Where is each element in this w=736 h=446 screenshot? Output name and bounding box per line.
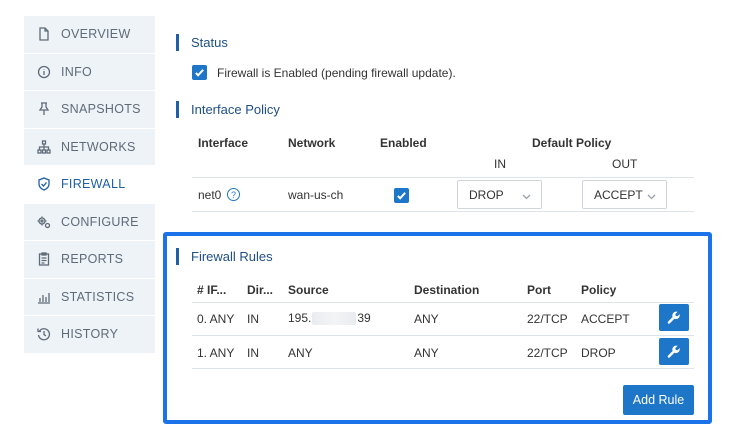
policy-out-select[interactable]: ACCEPT	[582, 180, 667, 209]
policy-in-select[interactable]: DROP	[457, 180, 542, 209]
col-header-if: # IF...	[197, 283, 227, 297]
firewall-enabled-checkbox[interactable]	[192, 65, 207, 80]
network-icon	[36, 139, 52, 155]
rule-port: 22/TCP	[527, 312, 568, 326]
col-header-interface: Interface	[198, 136, 249, 150]
sidebar-item-snapshots[interactable]: SNAPSHOTS	[24, 91, 155, 129]
interface-enabled-checkbox[interactable]	[394, 188, 409, 203]
interface-policy-title: Interface Policy	[191, 102, 280, 117]
rule-port: 22/TCP	[527, 346, 568, 360]
col-header-default-policy: Default Policy	[532, 136, 612, 150]
sidebar-item-firewall[interactable]: FIREWALL	[24, 166, 155, 204]
rule-policy: DROP	[581, 346, 616, 360]
sidebar-item-label: NETWORKS	[61, 139, 136, 154]
bar-chart-icon	[36, 289, 52, 305]
heading-accent-bar	[176, 34, 179, 51]
redacted-blur	[312, 312, 357, 326]
checkmark-icon	[195, 69, 204, 77]
help-icon[interactable]: ?	[227, 188, 240, 201]
rule-destination: ANY	[414, 312, 439, 326]
checkmark-icon	[397, 192, 406, 200]
col-header-out: OUT	[612, 157, 638, 171]
status-title: Status	[191, 35, 228, 50]
sidebar-item-label: FIREWALL	[61, 177, 126, 192]
edit-rule-button[interactable]	[659, 304, 689, 331]
interface-policy-heading: Interface Policy	[176, 101, 280, 118]
col-header-port: Port	[527, 283, 551, 297]
rule-source: ANY	[288, 346, 313, 360]
sidebar-item-label: SNAPSHOTS	[61, 102, 141, 117]
rule-if: 0. ANY	[197, 312, 235, 326]
sidebar-item-configure[interactable]: CONFIGURE	[24, 203, 155, 241]
sidebar-item-label: STATISTICS	[61, 289, 135, 304]
sidebar-item-label: REPORTS	[61, 252, 124, 267]
firewall-rules-heading: Firewall Rules	[176, 248, 273, 265]
shield-icon	[36, 176, 52, 192]
wrench-icon	[667, 311, 680, 324]
sidebar-item-statistics[interactable]: STATISTICS	[24, 278, 155, 316]
gears-icon	[36, 214, 52, 230]
sidebar-item-reports[interactable]: REPORTS	[24, 241, 155, 279]
policy-out-value: ACCEPT	[594, 187, 643, 202]
sidebar-item-label: INFO	[61, 64, 93, 79]
col-header-in: IN	[494, 157, 506, 171]
document-icon	[36, 26, 52, 42]
col-header-policy: Policy	[581, 283, 617, 297]
rule-policy: ACCEPT	[581, 312, 630, 326]
col-header-enabled: Enabled	[380, 136, 427, 150]
rule-source: 195. 39	[288, 311, 371, 326]
firewall-enabled-label: Firewall is Enabled (pending firewall up…	[217, 65, 456, 80]
rule-dir: IN	[247, 312, 259, 326]
heading-accent-bar	[176, 101, 179, 118]
rule-source-prefix: 195.	[288, 311, 312, 325]
firewall-rules-title: Firewall Rules	[191, 249, 273, 264]
add-rule-button[interactable]: Add Rule	[623, 385, 694, 415]
sidebar-item-networks[interactable]: NETWORKS	[24, 128, 155, 166]
sidebar-item-label: HISTORY	[61, 327, 119, 342]
status-heading: Status	[176, 34, 228, 51]
rule-destination: ANY	[414, 346, 439, 360]
wrench-icon	[667, 345, 680, 358]
heading-accent-bar	[176, 248, 179, 265]
rule-if: 1. ANY	[197, 346, 235, 360]
info-icon	[36, 64, 52, 80]
sidebar-item-label: CONFIGURE	[61, 214, 139, 229]
pin-icon	[36, 101, 52, 117]
policy-in-value: DROP	[469, 187, 504, 202]
divider	[192, 302, 694, 303]
history-icon	[36, 326, 52, 342]
col-header-network: Network	[288, 136, 336, 150]
sidebar-nav: OVERVIEW INFO SNAPSHOTS NETWORKS FIREWAL…	[24, 16, 155, 354]
divider	[192, 368, 694, 369]
sidebar-item-overview[interactable]: OVERVIEW	[24, 16, 155, 54]
edit-rule-button[interactable]	[659, 338, 689, 365]
divider	[192, 177, 694, 178]
firewall-enabled-row: Firewall is Enabled (pending firewall up…	[192, 65, 456, 80]
col-header-destination: Destination	[414, 283, 480, 297]
interface-network: wan-us-ch	[288, 188, 344, 202]
divider	[192, 211, 694, 212]
col-header-dir: Dir...	[247, 283, 274, 297]
clipboard-icon	[36, 251, 52, 267]
chevron-down-icon	[522, 190, 531, 200]
sidebar-item-history[interactable]: HISTORY	[24, 316, 155, 354]
col-header-source: Source	[288, 283, 329, 297]
chevron-down-icon	[647, 190, 656, 200]
rule-source-suffix: 39	[357, 311, 371, 325]
divider	[192, 335, 694, 336]
sidebar-item-label: OVERVIEW	[61, 27, 131, 42]
sidebar-item-info[interactable]: INFO	[24, 53, 155, 91]
rule-dir: IN	[247, 346, 259, 360]
interface-name: net0	[198, 188, 222, 202]
